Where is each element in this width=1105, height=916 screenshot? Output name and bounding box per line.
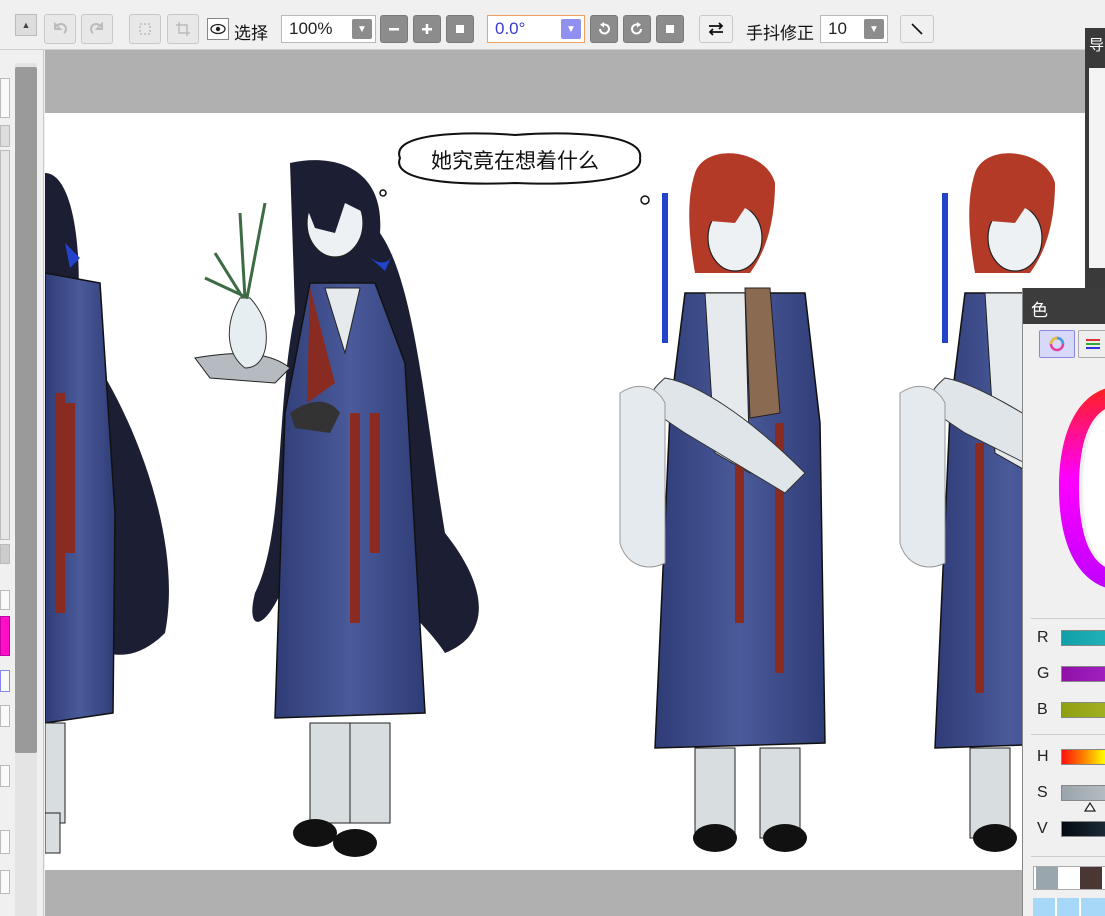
character-figure-1 bbox=[45, 173, 169, 854]
rotation-angle-value: 0.0° bbox=[495, 19, 526, 38]
rotate-cw-icon bbox=[631, 22, 642, 35]
canvas-area[interactable]: 她究竟在想着什么 bbox=[45, 50, 1085, 916]
tool-slot[interactable] bbox=[0, 765, 10, 787]
slider-label-b: B bbox=[1037, 701, 1048, 718]
rotation-reset-button[interactable] bbox=[656, 15, 684, 43]
color-panel-title: 色 bbox=[1023, 288, 1105, 324]
slider-label-g: G bbox=[1037, 665, 1050, 682]
redo-button[interactable] bbox=[81, 14, 113, 44]
character-figure-2 bbox=[194, 160, 479, 857]
zoom-value: 100% bbox=[289, 19, 333, 38]
recent-color-swatch[interactable] bbox=[1058, 867, 1080, 889]
rotate-ccw-icon bbox=[599, 22, 610, 35]
chevron-down-icon: ▼ bbox=[864, 19, 884, 39]
tool-slot[interactable] bbox=[0, 870, 10, 894]
red-slider[interactable] bbox=[1061, 630, 1105, 646]
hue-slider[interactable] bbox=[1061, 749, 1105, 765]
redo-icon bbox=[90, 21, 103, 34]
saturation-slider[interactable] bbox=[1061, 785, 1105, 801]
selection-clear-icon bbox=[139, 23, 151, 35]
zoom-select[interactable]: 100% ▼ bbox=[281, 15, 376, 43]
character-figure-3 bbox=[619, 153, 826, 852]
undo-icon bbox=[54, 21, 67, 34]
slider-bars-icon bbox=[1086, 339, 1100, 349]
navigator-title: 导 bbox=[1089, 36, 1105, 54]
zoom-in-button[interactable] bbox=[413, 15, 441, 43]
color-wheel-icon bbox=[1049, 336, 1065, 352]
clear-selection-button[interactable] bbox=[129, 14, 161, 44]
tool-slot[interactable] bbox=[0, 705, 10, 727]
crop-button[interactable] bbox=[167, 14, 199, 44]
toolbar: 选择 100% ▼ 0.0° ▼ 手抖修正 10 ▼ bbox=[0, 0, 1105, 50]
minus-icon bbox=[389, 28, 399, 31]
rotate-left-button[interactable] bbox=[590, 15, 618, 43]
plus-icon bbox=[422, 24, 432, 34]
chevron-down-icon: ▼ bbox=[352, 19, 372, 39]
green-slider[interactable] bbox=[1061, 666, 1105, 682]
zoom-out-button[interactable] bbox=[380, 15, 408, 43]
crop-icon bbox=[176, 22, 190, 36]
slider-label-r: R bbox=[1037, 629, 1049, 646]
slider-label-h: H bbox=[1037, 748, 1049, 765]
value-slider[interactable] bbox=[1061, 821, 1105, 837]
line-tool-icon bbox=[911, 23, 923, 35]
color-wheel-mode-button[interactable] bbox=[1039, 330, 1075, 358]
tool-slot[interactable] bbox=[0, 544, 10, 564]
slider-label-s: S bbox=[1037, 784, 1048, 801]
speech-bubble-text: 她究竟在想着什么 bbox=[431, 149, 599, 173]
recent-colors-bar bbox=[1033, 866, 1105, 890]
undo-button[interactable] bbox=[44, 14, 76, 44]
blue-slider[interactable] bbox=[1061, 702, 1105, 718]
hue-ring[interactable] bbox=[1059, 388, 1105, 588]
scrollbar-thumb[interactable] bbox=[15, 67, 37, 753]
navigator-panel: 导 bbox=[1085, 28, 1105, 298]
app-window: 选择 100% ▼ 0.0° ▼ 手抖修正 10 ▼ ▲ 她究竟在想着什么 导 … bbox=[0, 0, 1105, 916]
selection-label: 选择 bbox=[234, 24, 268, 44]
flip-horizontal-button[interactable] bbox=[699, 15, 733, 43]
stabilizer-select[interactable]: 10 ▼ bbox=[820, 15, 888, 43]
color-panel: 色 R G B H S V bbox=[1022, 288, 1105, 916]
speech-bubble: 她究竟在想着什么 bbox=[379, 132, 650, 205]
artwork-illustration: 她究竟在想着什么 bbox=[45, 132, 1085, 857]
drawing-canvas[interactable]: 她究竟在想着什么 bbox=[45, 113, 1085, 870]
rotate-right-button[interactable] bbox=[623, 15, 651, 43]
straight-line-button[interactable] bbox=[900, 15, 934, 43]
chevron-down-icon: ▼ bbox=[561, 19, 581, 39]
stabilizer-value: 10 bbox=[828, 19, 847, 38]
recent-color-swatch[interactable] bbox=[1080, 867, 1102, 889]
scroll-up-button[interactable]: ▲ bbox=[15, 14, 37, 36]
tool-slot[interactable] bbox=[0, 78, 10, 118]
square-icon bbox=[666, 25, 674, 33]
slider-handle-icon[interactable] bbox=[1084, 802, 1096, 812]
color-slider-mode-button[interactable] bbox=[1078, 330, 1105, 358]
tool-slot[interactable] bbox=[0, 125, 10, 147]
selection-visibility-toggle[interactable] bbox=[207, 18, 229, 40]
rotation-angle-select[interactable]: 0.0° ▼ bbox=[487, 15, 585, 43]
slider-label-v: V bbox=[1037, 820, 1048, 837]
square-icon bbox=[456, 25, 464, 33]
current-color-swatch[interactable] bbox=[0, 616, 10, 656]
navigator-preview[interactable] bbox=[1089, 68, 1105, 268]
tool-slot[interactable] bbox=[0, 830, 10, 854]
tool-slot[interactable] bbox=[0, 670, 10, 692]
eye-icon bbox=[210, 23, 226, 35]
recent-color-swatch[interactable] bbox=[1036, 867, 1058, 889]
palette-row[interactable] bbox=[1033, 898, 1105, 916]
layer-list-strip[interactable] bbox=[0, 150, 10, 540]
flip-arrows-icon bbox=[708, 22, 724, 36]
stabilizer-label: 手抖修正 bbox=[746, 24, 814, 44]
zoom-reset-button[interactable] bbox=[446, 15, 474, 43]
color-slot-white[interactable] bbox=[0, 590, 10, 610]
